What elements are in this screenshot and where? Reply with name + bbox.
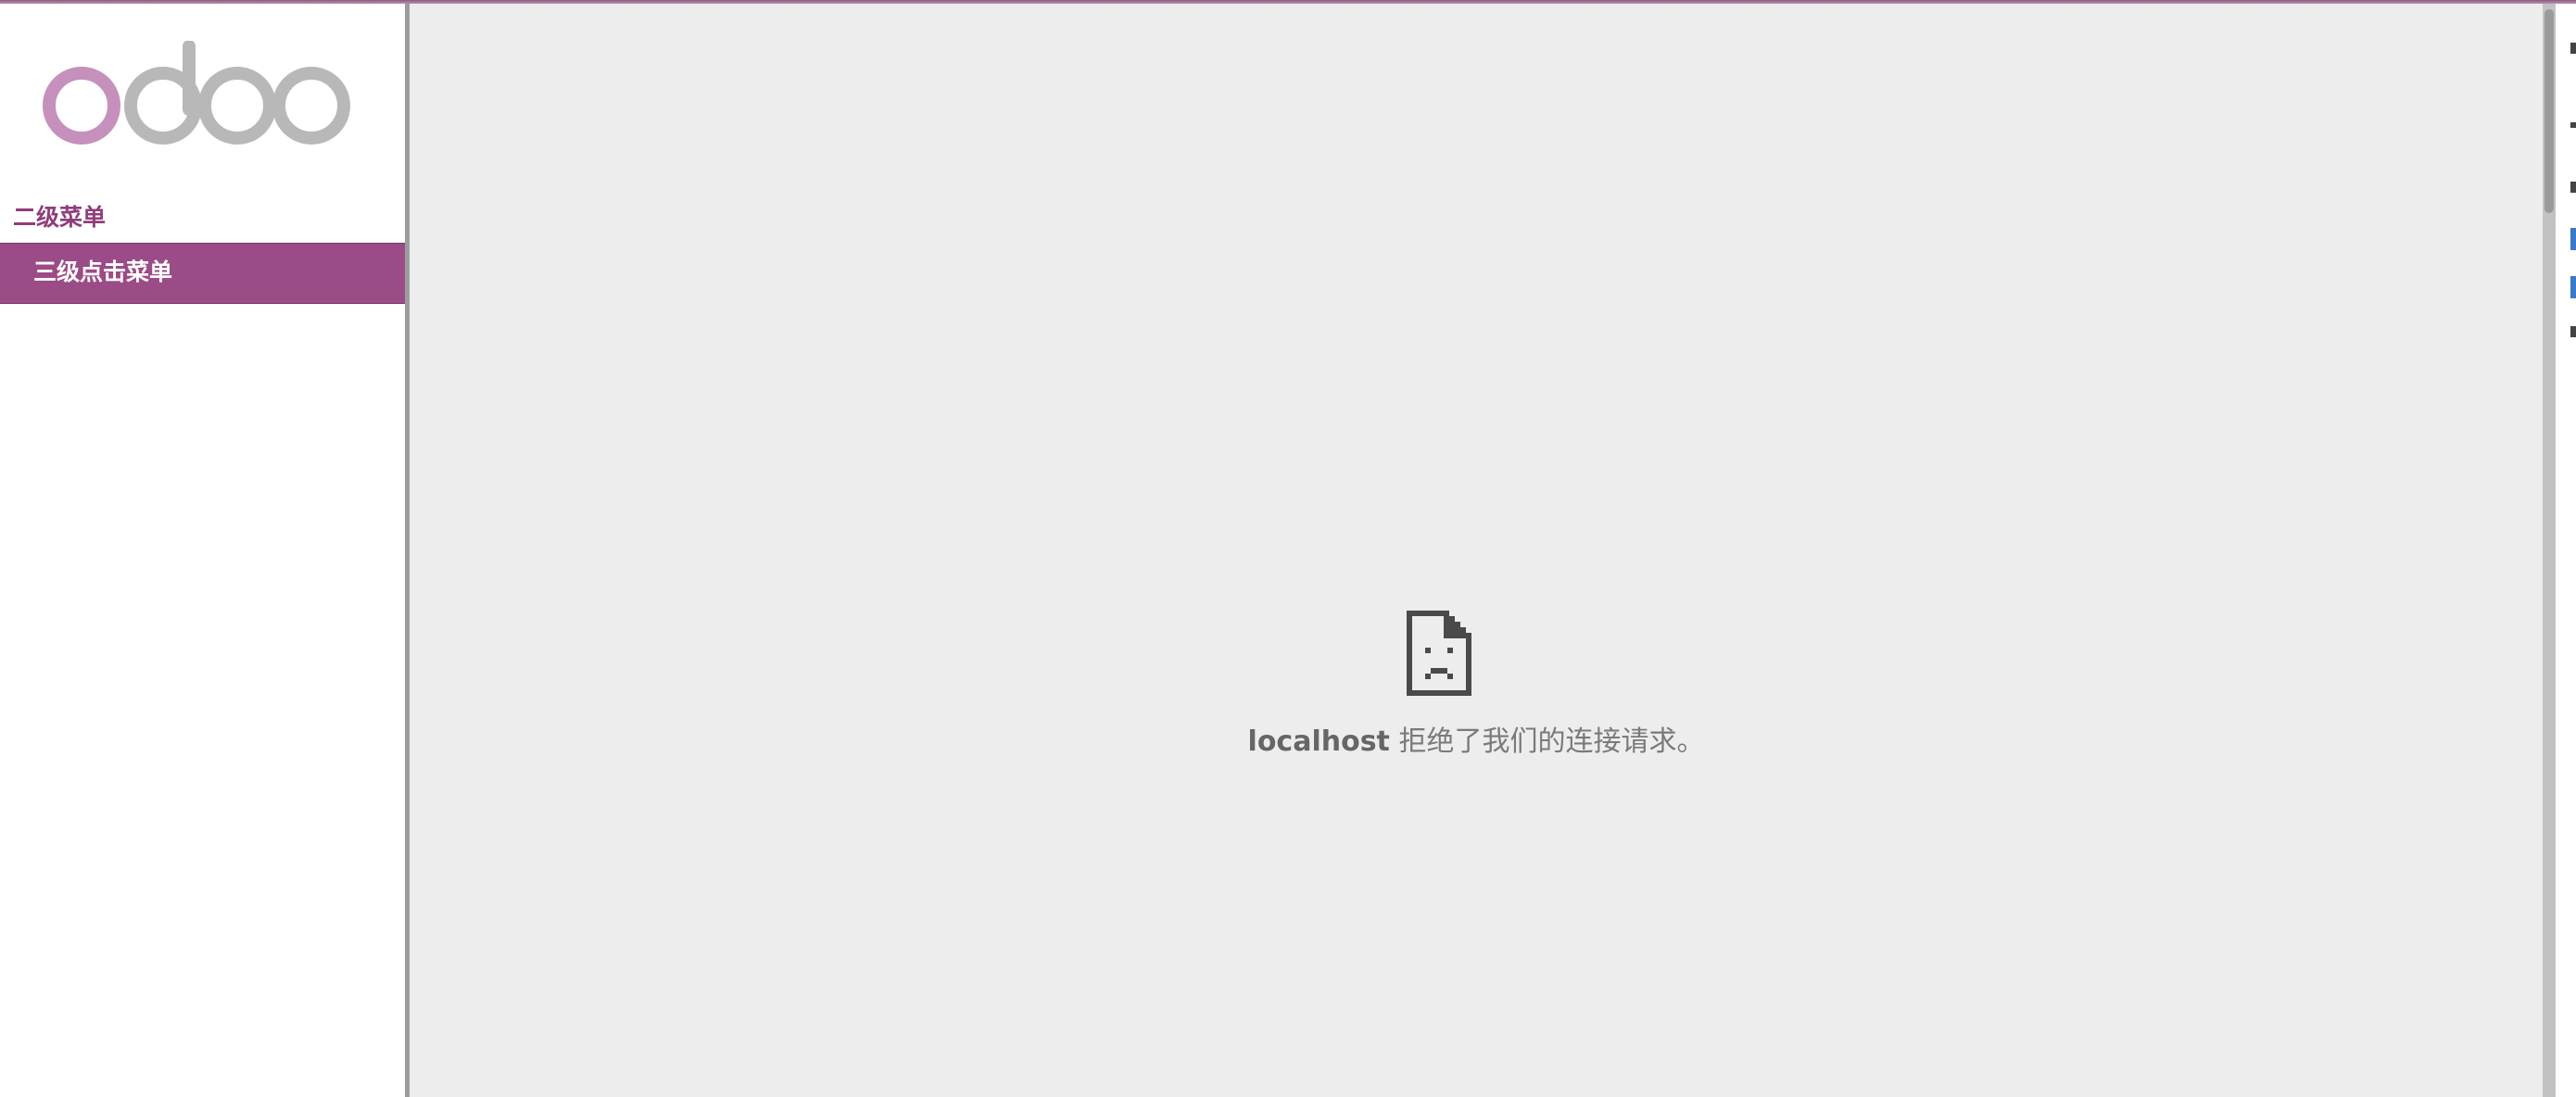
edge-fragment [2570,326,2576,337]
sidebar-item-label: 三级点击菜单 [33,258,173,285]
edge-fragment [2570,43,2576,54]
main-content-frame: localhost 拒绝了我们的连接请求。 [410,4,2543,1097]
edge-fragment [2570,122,2576,128]
edge-fragment [2570,276,2576,298]
sidebar-section-title: 二级菜单 [13,204,107,231]
odoo-logo[interactable] [43,40,358,156]
sad-document-icon [1407,611,1475,696]
sidebar-item-third-level-menu[interactable]: 三级点击菜单 [0,243,405,304]
scrollbar-thumb[interactable] [2544,9,2554,213]
edge-fragment [2570,228,2576,250]
error-host: localhost [1247,725,1390,758]
sidebar: 二级菜单 三级点击菜单 [0,4,405,1097]
edge-fragment [2570,182,2576,193]
error-text: 拒绝了我们的连接请求。 [1389,725,1705,758]
connection-error-message: localhost 拒绝了我们的连接请求。 [410,722,2543,763]
